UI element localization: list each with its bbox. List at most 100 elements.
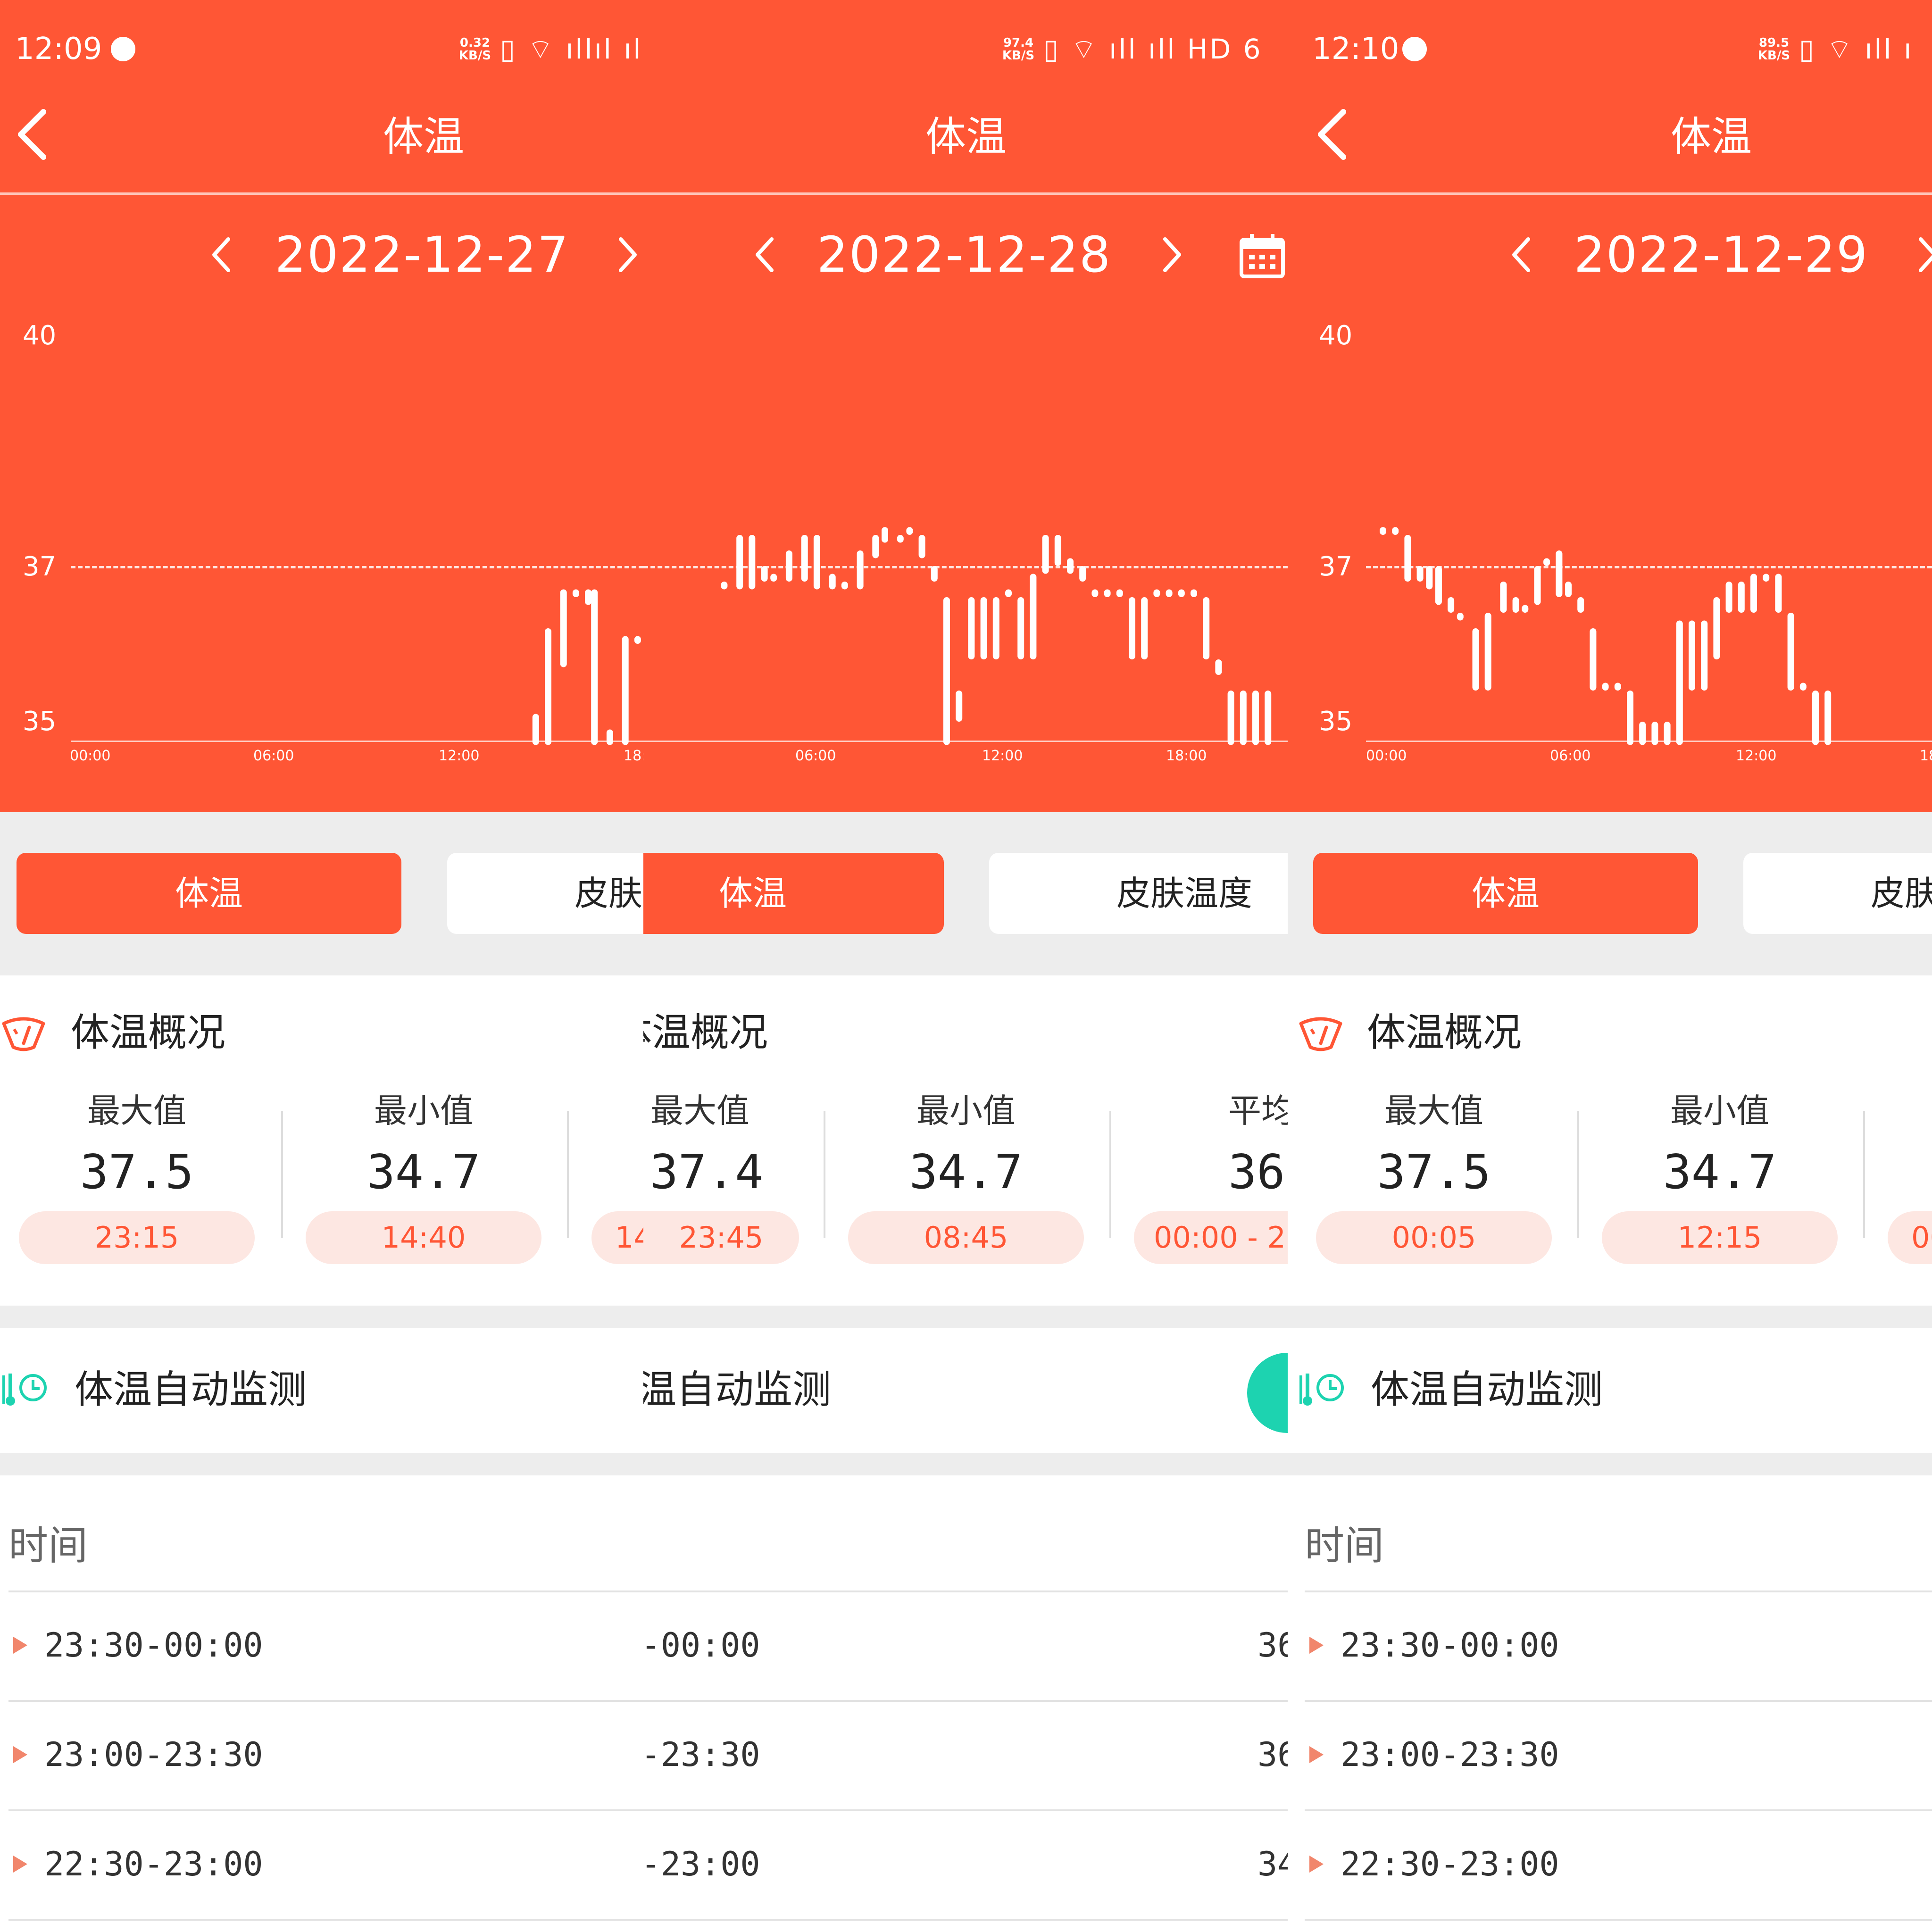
temperature-bar [721,582,728,590]
list-item[interactable]: 23:30-00:00 [8,1592,643,1700]
stat-divider [567,1111,569,1238]
temperature-bar [906,527,913,535]
temperature-bar [1763,574,1770,582]
auto-monitor-title: 体温自动监测 [75,1367,307,1412]
temperature-bar [1534,566,1541,605]
temperature-bar [1054,535,1061,566]
tab-body-temp[interactable]: 体温 [1313,853,1698,934]
list-item[interactable]: 23:00-23:30 36 [643,1702,1288,1809]
temperature-bar [1141,597,1148,659]
stat-max-time: 00:05 [1316,1211,1552,1264]
list-item[interactable]: 23:00-23:30 [8,1702,643,1809]
temperature-bar [1614,683,1621,691]
tab-body-temp[interactable]: 体温 [17,853,401,934]
temperature-bar [560,589,567,667]
temperature-bar [1426,566,1433,590]
temperature-bar [1091,589,1099,597]
temperature-bar [1435,566,1442,605]
temperature-bar [1577,597,1584,613]
temperature-bar [532,714,539,745]
temperature-bar [1651,722,1658,745]
screen-panel-2: 97.4 KB/S ▯ ⌔ ıll ıll HD 6 体温 2022-12-28… [643,0,1288,1932]
temperature-bar [1701,620,1708,691]
stat-avg-time: 14:00-23:45 [591,1211,643,1264]
screen-panel-1: 12:09 0.32 KB/S ▯ ⌔ ıllıl ıl 体温 2022-12-… [0,0,643,1932]
row-time-range: 22:30-23:00 [643,1845,760,1883]
temperature-bar [1824,691,1832,745]
auto-monitor-title: 体温自动监测 [643,1367,832,1412]
temperature-bar [801,535,808,582]
temperature-bar [1017,597,1024,659]
list-item[interactable]: 23:30-00:00 [1305,1592,1932,1700]
row-time-range: 23:00-23:30 [44,1735,263,1774]
temperature-bar [857,550,864,590]
stat-min-value: 34.7 [909,1144,1023,1199]
tab-skin-temp[interactable]: 皮肤温度 [1743,853,1932,934]
temperature-bar [1457,613,1464,621]
temperature-bar [1416,566,1424,582]
temperature-bar [1448,597,1455,613]
temperature-bar [1602,683,1609,691]
expand-triangle-icon [13,1746,27,1763]
temperature-bar [1775,574,1782,613]
stat-min-label: 最小值 [1670,1091,1769,1130]
temperature-chart [532,589,641,745]
stat-divider [281,1111,283,1238]
temperature-bar [1725,582,1732,613]
expand-triangle-icon [1309,1746,1324,1763]
tab-skin-temp[interactable]: 皮肤温度 [989,853,1288,934]
stat-divider [1109,1111,1111,1238]
temperature-bar [1676,620,1683,745]
temperature-bar [1713,597,1720,659]
temperature-bar [1484,613,1491,691]
temperature-bar [882,527,888,543]
section-separator [0,1453,643,1475]
row-time-range: 23:30-00:00 [1341,1626,1559,1665]
tab-body-temp[interactable]: 体温 [643,853,944,934]
auto-monitor-title: 体温自动监测 [1371,1367,1603,1412]
temperature-bar [1129,597,1135,659]
temperature-bar [1512,597,1519,613]
overview-title: 体温概况 [643,1010,768,1055]
stat-min-time: 12:15 [1602,1211,1838,1264]
screen-panel-3: 12:10 89.5 KB/S ▯ ⌔ ıll ı 体温 2022-12-29 … [1288,0,1932,1932]
x-tick-label: 00:00 [1366,748,1407,764]
list-item[interactable]: 22:30-23:00 [8,1811,643,1919]
stat-avg-time: 00:00 - 2 [1134,1211,1288,1264]
temperature-bar [813,535,820,590]
temperature-bar [1252,691,1259,745]
stat-min-time: 14:40 [306,1211,541,1264]
temperature-bar [1812,691,1819,745]
list-item[interactable]: 23:30-00:00 36 [643,1592,1288,1700]
temperature-bar [1005,589,1012,597]
time-column-header: 时间 [8,1523,88,1569]
list-item[interactable]: 22:30-23:00 34 [643,1811,1288,1919]
tab-skin-temp[interactable]: 皮肤温度 [447,853,643,934]
temperature-bar [1215,659,1222,675]
list-item[interactable]: 22:30-23:00 [1305,1811,1932,1919]
temperature-bar [785,550,792,582]
x-tick-label: 18:0 [624,748,643,764]
temperature-bar [1664,722,1671,745]
stat-max-label: 最大值 [1384,1091,1483,1130]
stat-min-label: 最小值 [916,1091,1016,1130]
stat-min-value: 34.7 [366,1144,481,1199]
temperature-bar [606,729,613,745]
x-tick-label: 06:00 [1550,748,1591,764]
temperature-bar [1522,605,1529,613]
temperature-bar [1030,574,1037,659]
temperature-bar [1799,683,1807,691]
temperature-bar [1565,582,1572,597]
row-time-range: 22:30-23:00 [44,1845,263,1883]
section-separator [643,1453,1288,1475]
thermometer-gauge-icon [2,1017,45,1051]
list-item[interactable]: 23:00-23:30 [1305,1702,1932,1809]
temperature-bar [1738,582,1745,613]
stat-divider [824,1111,825,1238]
stat-max-value: 37.5 [80,1144,194,1199]
temperature-bar [1191,589,1197,597]
row-time-range: 23:00-23:30 [1341,1735,1559,1774]
temperature-bar [1750,574,1757,613]
temperature-bar [591,589,598,745]
temperature-bar [1240,691,1247,745]
